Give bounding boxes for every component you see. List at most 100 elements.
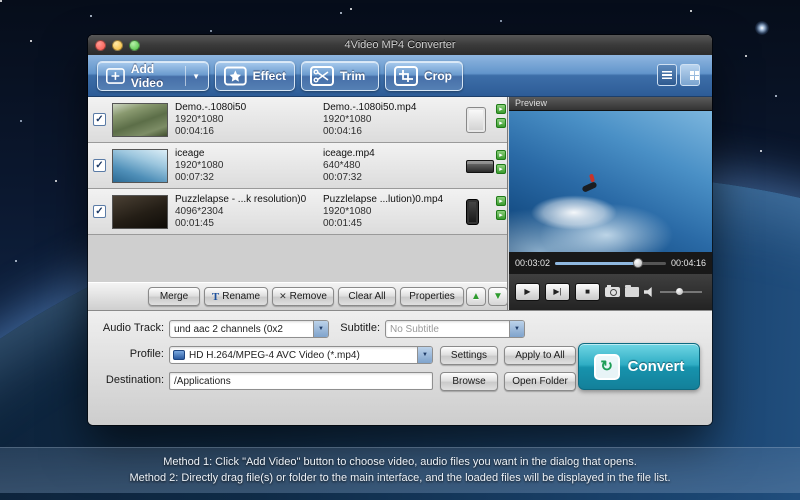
source-name: Puzzlelapse - ...k resolution)0 (175, 193, 321, 206)
video-thumbnail (112, 103, 168, 137)
step-forward-button[interactable]: ▶| (545, 283, 570, 301)
play-button[interactable]: ▶ (515, 283, 540, 301)
file-row[interactable]: ✓ iceage 1920*1080 00:07:32 iceage.mp4 6… (88, 143, 507, 189)
snapshot-folder-button[interactable] (625, 287, 639, 297)
status-icon (496, 164, 506, 174)
add-video-dropdown-icon[interactable]: ▼ (192, 72, 200, 81)
convert-sync-icon: ↻ (594, 354, 620, 380)
crop-button[interactable]: Crop (385, 61, 463, 91)
status-icon (496, 118, 506, 128)
merge-label: Merge (160, 291, 188, 302)
seek-thumb[interactable] (633, 258, 643, 268)
mute-button[interactable] (644, 287, 655, 297)
volume-slider[interactable] (660, 287, 702, 297)
properties-button[interactable]: Properties (400, 287, 464, 306)
output-resolution: 640*480 (323, 160, 461, 172)
desktop-instructions: Method 1: Click "Add Video" button to ch… (0, 447, 800, 493)
preview-title: Preview (509, 97, 712, 111)
check-icon: ✓ (95, 161, 103, 171)
output-resolution: 1920*1080 (323, 206, 461, 218)
playback-controls: ▶ ▶| ■ (509, 274, 712, 310)
file-row[interactable]: ✓ Demo.-.1080i50 1920*1080 00:04:16 Demo… (88, 97, 507, 143)
source-info: Puzzlelapse - ...k resolution)0 4096*230… (175, 193, 321, 230)
snapshot-button[interactable] (605, 287, 620, 297)
rename-button[interactable]: T Rename (204, 287, 268, 306)
source-name: iceage (175, 147, 321, 160)
clear-all-label: Clear All (348, 291, 385, 302)
effect-label: Effect (253, 69, 286, 83)
window-title: 4Video MP4 Converter (88, 39, 712, 51)
output-settings: Audio Track: und aac 2 channels (0x2 ▼ S… (88, 310, 712, 425)
profile-value: HD H.264/MPEG-4 AVC Video (*.mp4) (185, 350, 417, 361)
apply-to-all-button[interactable]: Apply to All (504, 346, 576, 365)
destination-input[interactable] (169, 372, 433, 390)
row-status-icons (496, 196, 506, 220)
status-icon (496, 150, 506, 160)
convert-button[interactable]: ↻ Convert (578, 343, 700, 390)
clear-all-button[interactable]: Clear All (338, 287, 396, 306)
seek-slider[interactable] (555, 258, 666, 268)
profile-select[interactable]: HD H.264/MPEG-4 AVC Video (*.mp4) ▼ (169, 346, 433, 364)
volume-thumb[interactable] (676, 288, 683, 295)
effect-button[interactable]: Effect (215, 61, 295, 91)
toolbar: Add Video ▼ Effect Trim C (88, 55, 712, 97)
output-name: Demo.-.1080i50.mp4 (323, 101, 461, 114)
status-icon (496, 104, 506, 114)
trim-icon (310, 66, 334, 86)
file-checkbox[interactable]: ✓ (93, 159, 106, 172)
file-checkbox[interactable]: ✓ (93, 205, 106, 218)
profile-label: Profile: (88, 348, 164, 360)
settings-button[interactable]: Settings (440, 346, 498, 365)
instruction-line-1: Method 1: Click "Add Video" button to ch… (0, 454, 800, 470)
merge-button[interactable]: Merge (148, 287, 200, 306)
window-titlebar: 4Video MP4 Converter (88, 35, 712, 55)
view-toggles (657, 64, 700, 86)
audio-track-value: und aac 2 channels (0x2 (170, 324, 313, 335)
down-arrow-icon: ▼ (493, 291, 503, 302)
add-video-button[interactable]: Add Video ▼ (97, 61, 209, 91)
open-folder-label: Open Folder (512, 376, 568, 387)
source-name: Demo.-.1080i50 (175, 101, 321, 114)
effect-icon (224, 66, 247, 86)
crop-icon (394, 66, 418, 86)
crop-label: Crop (424, 69, 452, 83)
row-status-icons (496, 150, 506, 174)
stars-background (0, 0, 2, 2)
file-checkbox[interactable]: ✓ (93, 113, 106, 126)
button-separator (185, 66, 186, 86)
output-duration: 00:04:16 (323, 126, 461, 138)
browse-button[interactable]: Browse (440, 372, 498, 391)
output-name: Puzzlelapse ...lution)0.mp4 (323, 193, 461, 206)
status-icon (496, 196, 506, 206)
audio-track-dropdown-icon: ▼ (313, 321, 328, 337)
move-up-button[interactable]: ▲ (466, 287, 486, 306)
preview-video[interactable] (509, 111, 712, 252)
convert-label: Convert (628, 358, 685, 375)
source-resolution: 1920*1080 (175, 160, 321, 172)
current-time: 00:03:02 (515, 258, 550, 268)
file-row[interactable]: ✓ Puzzlelapse - ...k resolution)0 4096*2… (88, 189, 507, 235)
list-view-button[interactable] (657, 64, 677, 86)
profile-dropdown-icon: ▼ (417, 347, 432, 363)
audio-track-select[interactable]: und aac 2 channels (0x2 ▼ (169, 320, 329, 338)
up-arrow-icon: ▲ (471, 291, 481, 302)
remove-button[interactable]: ✕ Remove (272, 287, 334, 306)
subtitle-select[interactable]: No Subtitle ▼ (385, 320, 525, 338)
list-action-bar: Merge T Rename ✕ Remove Clear All Proper… (88, 282, 507, 310)
profile-format-icon (173, 350, 185, 360)
trim-button[interactable]: Trim (301, 61, 379, 91)
add-video-icon (106, 66, 125, 86)
instruction-line-2: Method 2: Directly drag file(s) or folde… (0, 470, 800, 486)
grid-view-button[interactable] (680, 64, 700, 86)
source-duration: 00:01:45 (175, 218, 321, 230)
stop-button[interactable]: ■ (575, 283, 600, 301)
move-down-button[interactable]: ▼ (488, 287, 508, 306)
settings-label: Settings (451, 350, 487, 361)
output-duration: 00:01:45 (323, 218, 461, 230)
open-folder-button[interactable]: Open Folder (504, 372, 576, 391)
list-view-icon (662, 71, 672, 79)
subtitle-value: No Subtitle (386, 324, 509, 335)
video-thumbnail (112, 195, 168, 229)
source-resolution: 4096*2304 (175, 206, 321, 218)
output-name: iceage.mp4 (323, 147, 461, 160)
